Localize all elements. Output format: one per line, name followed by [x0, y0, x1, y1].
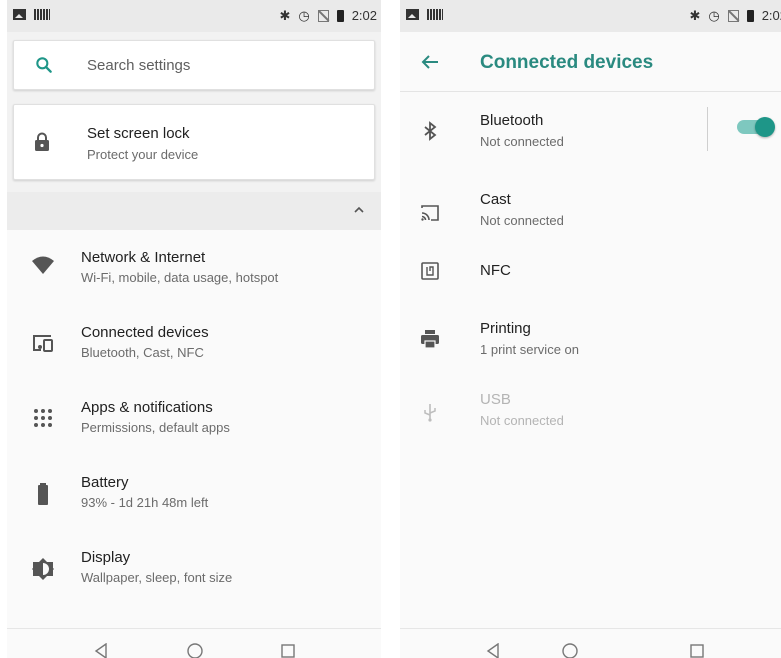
search-input[interactable]: Search settings: [87, 57, 190, 74]
device-item-bluetooth[interactable]: Bluetooth Not connected: [400, 93, 781, 165]
settings-item-subtitle: Wallpaper, sleep, font size: [81, 570, 233, 585]
device-item-title: NFC: [480, 262, 511, 279]
search-settings-bar[interactable]: Search settings: [13, 40, 375, 90]
settings-item-title: Display: [81, 549, 131, 566]
settings-item-display[interactable]: Display Wallpaper, sleep, font size: [7, 530, 381, 605]
bluetooth-icon: [424, 121, 437, 141]
settings-home-screen: ✱ ◷ 2:02 Search settings Set screen lock…: [7, 0, 381, 658]
status-bar: ✱ ◷ 2:02: [7, 0, 381, 32]
settings-item-title: Apps & notifications: [81, 399, 213, 416]
status-time: 2:02: [761, 8, 781, 23]
bluetooth-status-icon: ✱: [279, 7, 291, 23]
bluetooth-status-icon: ✱: [689, 7, 701, 23]
settings-item-subtitle: Wi-Fi, mobile, data usage, hotspot: [81, 270, 279, 285]
divider: [707, 107, 708, 151]
settings-list: Network & Internet Wi-Fi, mobile, data u…: [7, 230, 381, 628]
alarm-status-icon: ◷: [298, 7, 310, 23]
app-bar: Connected devices: [400, 32, 781, 92]
device-item-subtitle: 1 print service on: [480, 342, 579, 357]
recents-nav-icon[interactable]: [689, 643, 705, 658]
page-title: Connected devices: [480, 52, 654, 73]
device-item-title: USB: [480, 391, 511, 408]
brightness-icon: [32, 558, 54, 580]
barcode-notification-icon: [427, 9, 443, 20]
settings-item-title: Network & Internet: [81, 249, 206, 266]
battery-icon: [38, 483, 48, 505]
chevron-up-icon[interactable]: [353, 204, 365, 216]
navigation-bar: [400, 628, 781, 658]
back-nav-icon[interactable]: [93, 643, 109, 658]
apps-grid-icon: [34, 409, 52, 427]
device-item-title: Cast: [480, 191, 511, 208]
barcode-notification-icon: [34, 9, 50, 20]
no-sim-icon: [317, 9, 329, 22]
image-notification-icon: [13, 9, 26, 20]
back-nav-icon[interactable]: [485, 643, 501, 658]
suggestions-collapse-row[interactable]: [7, 192, 381, 230]
status-time: 2:02: [351, 8, 377, 23]
settings-item-apps[interactable]: Apps & notifications Permissions, defaul…: [7, 380, 381, 455]
device-item-title: Printing: [480, 320, 531, 337]
suggestion-card-screen-lock[interactable]: Set screen lock Protect your device: [13, 104, 375, 180]
status-bar: ✱ ◷ 2:02: [400, 0, 781, 32]
home-nav-icon[interactable]: [562, 643, 578, 658]
cast-icon: [421, 205, 439, 221]
settings-item-subtitle: 93% - 1d 21h 48m left: [81, 495, 209, 510]
home-nav-icon[interactable]: [187, 643, 203, 658]
back-arrow-icon[interactable]: [420, 52, 440, 72]
bluetooth-toggle[interactable]: [737, 117, 775, 137]
suggestion-subtitle: Protect your device: [87, 147, 199, 162]
battery-status-icon: [336, 9, 344, 22]
no-sim-icon: [727, 9, 739, 22]
settings-item-network[interactable]: Network & Internet Wi-Fi, mobile, data u…: [7, 230, 381, 305]
battery-status-icon: [746, 9, 754, 22]
recents-nav-icon[interactable]: [280, 643, 296, 658]
settings-item-title: Battery: [81, 474, 129, 491]
lock-icon: [35, 132, 49, 151]
wifi-icon: [32, 256, 54, 274]
suggestion-title: Set screen lock: [87, 125, 190, 142]
connected-devices-screen: ✱ ◷ 2:02 Connected devices Bluetooth Not…: [400, 0, 781, 658]
device-item-subtitle: Not connected: [480, 134, 564, 149]
settings-item-title: Connected devices: [81, 324, 209, 341]
alarm-status-icon: ◷: [708, 7, 720, 23]
device-item-printing[interactable]: Printing 1 print service on: [400, 307, 781, 379]
navigation-bar: [7, 628, 381, 658]
device-item-cast[interactable]: Cast Not connected: [400, 173, 781, 245]
device-item-subtitle: Not connected: [480, 213, 564, 228]
settings-item-battery[interactable]: Battery 93% - 1d 21h 48m left: [7, 455, 381, 530]
settings-item-subtitle: Permissions, default apps: [81, 420, 230, 435]
device-item-subtitle: Not connected: [480, 413, 564, 428]
device-item-title: Bluetooth: [480, 112, 544, 129]
settings-item-subtitle: Bluetooth, Cast, NFC: [81, 345, 204, 360]
settings-item-connected-devices[interactable]: Connected devices Bluetooth, Cast, NFC: [7, 305, 381, 380]
search-icon: [36, 57, 52, 73]
usb-icon: [424, 404, 436, 422]
toggle-thumb: [755, 117, 775, 137]
image-notification-icon: [406, 9, 419, 20]
nfc-icon: [421, 262, 439, 280]
device-item-usb: USB Not connected: [400, 377, 781, 449]
printer-icon: [421, 330, 439, 349]
connected-devices-icon: [33, 335, 53, 352]
